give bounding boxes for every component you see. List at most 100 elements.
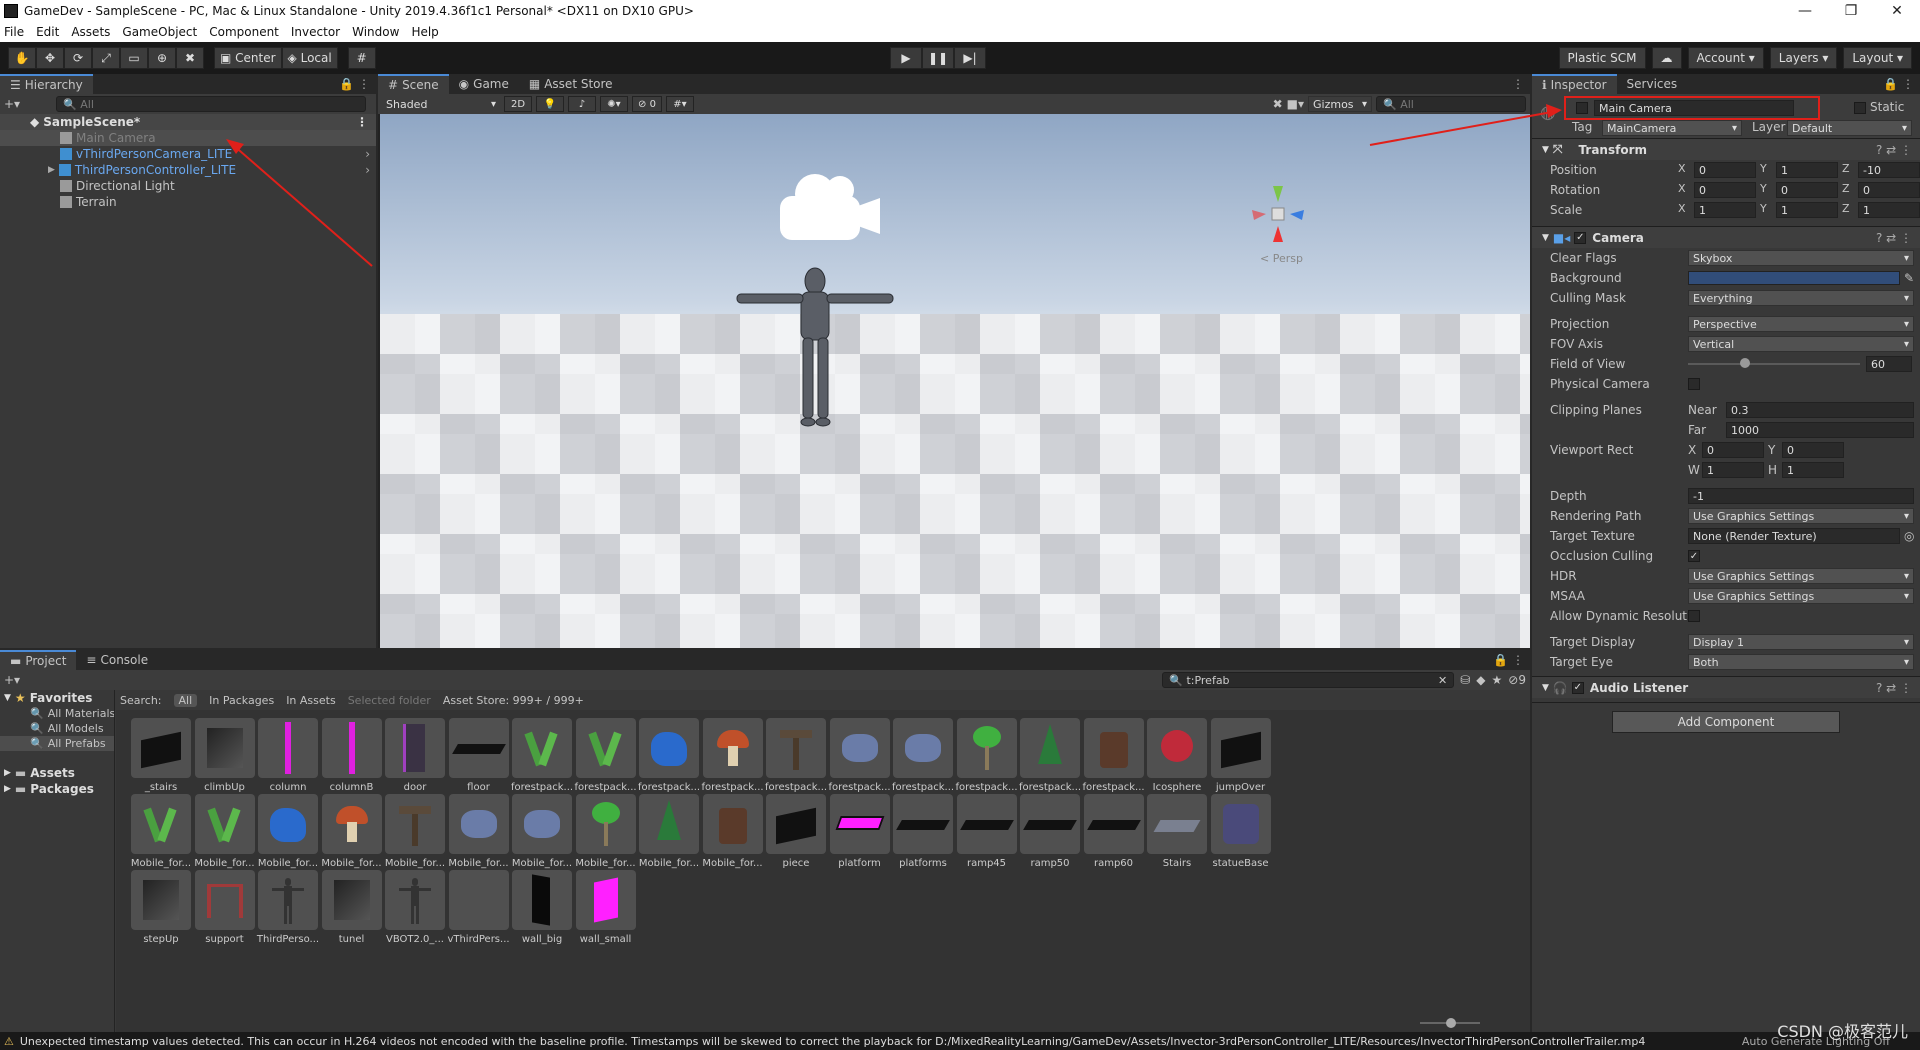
menu-help[interactable]: Help [411, 25, 438, 39]
rotate-tool-icon[interactable]: ⟳ [64, 47, 92, 69]
depth-field[interactable]: -1 [1688, 488, 1914, 504]
close-button[interactable]: ✕ [1874, 3, 1920, 19]
project-search-input[interactable]: 🔍 t:Prefab ✕ [1162, 672, 1455, 688]
layer-dropdown[interactable]: Default [1787, 120, 1912, 136]
rendering-path-dropdown[interactable]: Use Graphics Settings [1688, 508, 1914, 524]
camera-header[interactable]: ▼ ■◂ ✓ Camera ? ⇄ ⋮ [1532, 226, 1920, 248]
far-field[interactable]: 1000 [1726, 422, 1914, 438]
status-message[interactable]: Unexpected timestamp values detected. Th… [20, 1035, 1645, 1048]
asset-item[interactable]: Stairs [1144, 794, 1210, 884]
pivot-local-button[interactable]: ◈ Local [281, 47, 338, 69]
menu-invector[interactable]: Invector [291, 25, 340, 39]
hierarchy-search-input[interactable]: 🔍 All [56, 96, 367, 112]
eyedropper-icon[interactable]: ✎ [1904, 271, 1914, 285]
viewport-x-field[interactable]: 0 [1702, 442, 1764, 458]
position-y-field[interactable]: 1 [1776, 162, 1838, 178]
audio-listener-header[interactable]: ▼ 🎧 ✓ Audio Listener ? ⇄ ⋮ [1532, 676, 1920, 698]
hierarchy-item-vthirdpersoncamera[interactable]: vThirdPersonCamera_LITE › [0, 146, 376, 162]
component-menu-icons[interactable]: ? ⇄ ⋮ [1876, 681, 1912, 695]
favorite-all-prefabs[interactable]: 🔍 All Prefabs [0, 736, 114, 751]
layout-dropdown[interactable]: Layout ▾ [1843, 47, 1912, 69]
asset-item[interactable]: support [192, 870, 258, 960]
add-component-button[interactable]: Add Component [1612, 711, 1840, 733]
effects-icon[interactable]: ✺▾ [600, 96, 628, 112]
2d-toggle-button[interactable]: 2D [504, 96, 532, 112]
menu-component[interactable]: Component [209, 25, 279, 39]
scale-tool-icon[interactable]: ⤢ [92, 47, 120, 69]
gizmos-dropdown[interactable]: Gizmos [1308, 96, 1372, 112]
tab-asset-store[interactable]: ▦ Asset Store [519, 74, 623, 94]
projection-dropdown[interactable]: Perspective [1688, 316, 1914, 332]
tab-scene[interactable]: # Scene [378, 74, 449, 94]
asset-item[interactable]: Mobile_for... [700, 794, 766, 884]
asset-item[interactable]: ramp60 [1081, 794, 1147, 884]
physical-camera-checkbox[interactable] [1688, 378, 1700, 390]
expand-arrow-icon[interactable]: ▶ [48, 165, 55, 175]
create-add-icon[interactable]: +▾ [4, 97, 20, 111]
expand-arrow-icon[interactable]: ▼ [4, 693, 11, 703]
asset-item[interactable]: vThirdPers... [446, 870, 512, 960]
rotation-x-field[interactable]: 0 [1694, 182, 1756, 198]
thumbnail-size-slider[interactable] [1420, 1018, 1480, 1028]
expand-arrow-icon[interactable]: ▶ [4, 768, 11, 778]
target-texture-field[interactable]: None (Render Texture) [1688, 528, 1900, 544]
account-dropdown[interactable]: Account ▾ [1687, 47, 1764, 69]
expand-arrow-icon[interactable]: ▶ [4, 784, 11, 794]
asset-item[interactable]: platforms [890, 794, 956, 884]
viewport-y-field[interactable]: 0 [1782, 442, 1844, 458]
tab-services[interactable]: Services [1617, 74, 1688, 94]
target-display-dropdown[interactable]: Display 1 [1688, 634, 1914, 650]
background-color-swatch[interactable] [1688, 271, 1900, 285]
panel-menu-icon[interactable]: 🔒 ⋮ [1493, 653, 1524, 667]
scale-x-field[interactable]: 1 [1694, 202, 1756, 218]
menu-file[interactable]: File [4, 25, 24, 39]
transform-tool-icon[interactable]: ⊕ [148, 47, 176, 69]
asset-item[interactable]: wall_small [573, 870, 639, 960]
create-add-icon[interactable]: +▾ [4, 673, 20, 687]
scale-z-field[interactable]: 1 [1858, 202, 1920, 218]
fov-slider-track[interactable] [1688, 358, 1860, 368]
tag-dropdown[interactable]: MainCamera [1602, 120, 1742, 136]
scope-selected-folder-button[interactable]: Selected folder [348, 694, 431, 707]
panel-menu-icon[interactable]: ⋮ [1512, 77, 1524, 91]
transform-header[interactable]: ▼ ⤧ Transform ? ⇄ ⋮ [1532, 138, 1920, 160]
grid-snap-icon[interactable]: # [347, 47, 376, 69]
tools-icon[interactable]: ✖ [1273, 97, 1283, 111]
audio-icon[interactable]: ♪ [568, 96, 596, 112]
scene-viewport[interactable]: < Persp [380, 114, 1530, 648]
asset-item[interactable]: ramp50 [1017, 794, 1083, 884]
rotation-z-field[interactable]: 0 [1858, 182, 1920, 198]
pause-button[interactable]: ❚❚ [922, 47, 954, 69]
menu-edit[interactable]: Edit [36, 25, 59, 39]
near-field[interactable]: 0.3 [1726, 402, 1914, 418]
viewport-h-field[interactable]: 1 [1782, 462, 1844, 478]
hierarchy-item-thirdpersoncontroller[interactable]: ▶ ThirdPersonController_LITE › [0, 162, 376, 178]
foldout-arrow-icon[interactable]: ▼ [1542, 145, 1549, 155]
hierarchy-item-directional-light[interactable]: Directional Light [0, 178, 376, 194]
cloud-icon[interactable]: ☁ [1651, 47, 1682, 69]
tab-inspector[interactable]: ℹ Inspector [1532, 74, 1617, 94]
tab-game[interactable]: ◉ Game [449, 74, 519, 94]
chevron-right-icon[interactable]: › [365, 147, 370, 161]
scene-row[interactable]: ◆ SampleScene* ⋮ [0, 114, 376, 130]
menu-assets[interactable]: Assets [71, 25, 110, 39]
folder-assets[interactable]: ▶ ▬ Assets [0, 765, 114, 781]
hierarchy-item-terrain[interactable]: Terrain [0, 194, 376, 210]
asset-item[interactable]: piece [763, 794, 829, 884]
favorite-all-models[interactable]: 🔍 All Models [0, 721, 114, 736]
position-x-field[interactable]: 0 [1694, 162, 1756, 178]
minimize-button[interactable]: — [1782, 3, 1828, 19]
scene-search-input[interactable]: 🔍 All [1376, 96, 1526, 112]
menu-window[interactable]: Window [352, 25, 399, 39]
pivot-center-button[interactable]: ▣ Center [214, 47, 282, 69]
camera-enabled-checkbox[interactable]: ✓ [1574, 231, 1587, 244]
rect-tool-icon[interactable]: ▭ [120, 47, 148, 69]
culling-mask-dropdown[interactable]: Everything [1688, 290, 1914, 306]
asset-item[interactable]: statueBase [1208, 794, 1274, 884]
clear-search-icon[interactable]: ✕ [1438, 674, 1447, 687]
asset-item[interactable]: wall_big [509, 870, 575, 960]
asset-item[interactable]: Mobile_for... [636, 794, 702, 884]
fov-field[interactable]: 60 [1866, 356, 1912, 372]
scope-in-assets-button[interactable]: In Assets [286, 694, 336, 707]
static-checkbox[interactable] [1854, 102, 1866, 114]
